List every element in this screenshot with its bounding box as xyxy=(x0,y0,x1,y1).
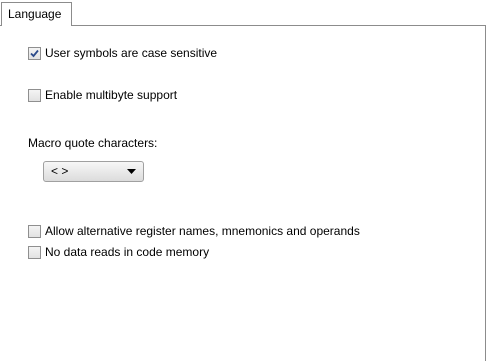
alt-register-checkbox[interactable] xyxy=(28,224,41,238)
multibyte-label: Enable multibyte support xyxy=(45,88,178,102)
chevron-down-icon xyxy=(119,162,143,181)
multibyte-checkbox[interactable] xyxy=(28,88,41,102)
tab-strip: Language xyxy=(0,0,486,28)
no-data-reads-option[interactable]: No data reads in code memory xyxy=(28,244,209,260)
alt-register-option[interactable]: Allow alternative register names, mnemon… xyxy=(28,223,360,239)
macro-quote-value: < > xyxy=(51,164,69,178)
no-data-reads-label: No data reads in code memory xyxy=(45,245,210,259)
tab-language-label: Language xyxy=(8,7,62,21)
alt-register-label: Allow alternative register names, mnemon… xyxy=(45,224,360,238)
case-sensitive-option[interactable]: User symbols are case sensitive xyxy=(28,45,217,61)
tab-language[interactable]: Language xyxy=(1,2,73,26)
case-sensitive-checkbox[interactable] xyxy=(28,46,41,60)
macro-quote-select[interactable]: < > xyxy=(43,161,144,182)
multibyte-option[interactable]: Enable multibyte support xyxy=(28,87,177,103)
macro-quote-label: Macro quote characters: xyxy=(28,136,158,150)
language-settings-panel xyxy=(0,26,486,361)
case-sensitive-label: User symbols are case sensitive xyxy=(45,46,218,60)
check-icon xyxy=(30,49,39,57)
no-data-reads-checkbox[interactable] xyxy=(28,245,41,259)
